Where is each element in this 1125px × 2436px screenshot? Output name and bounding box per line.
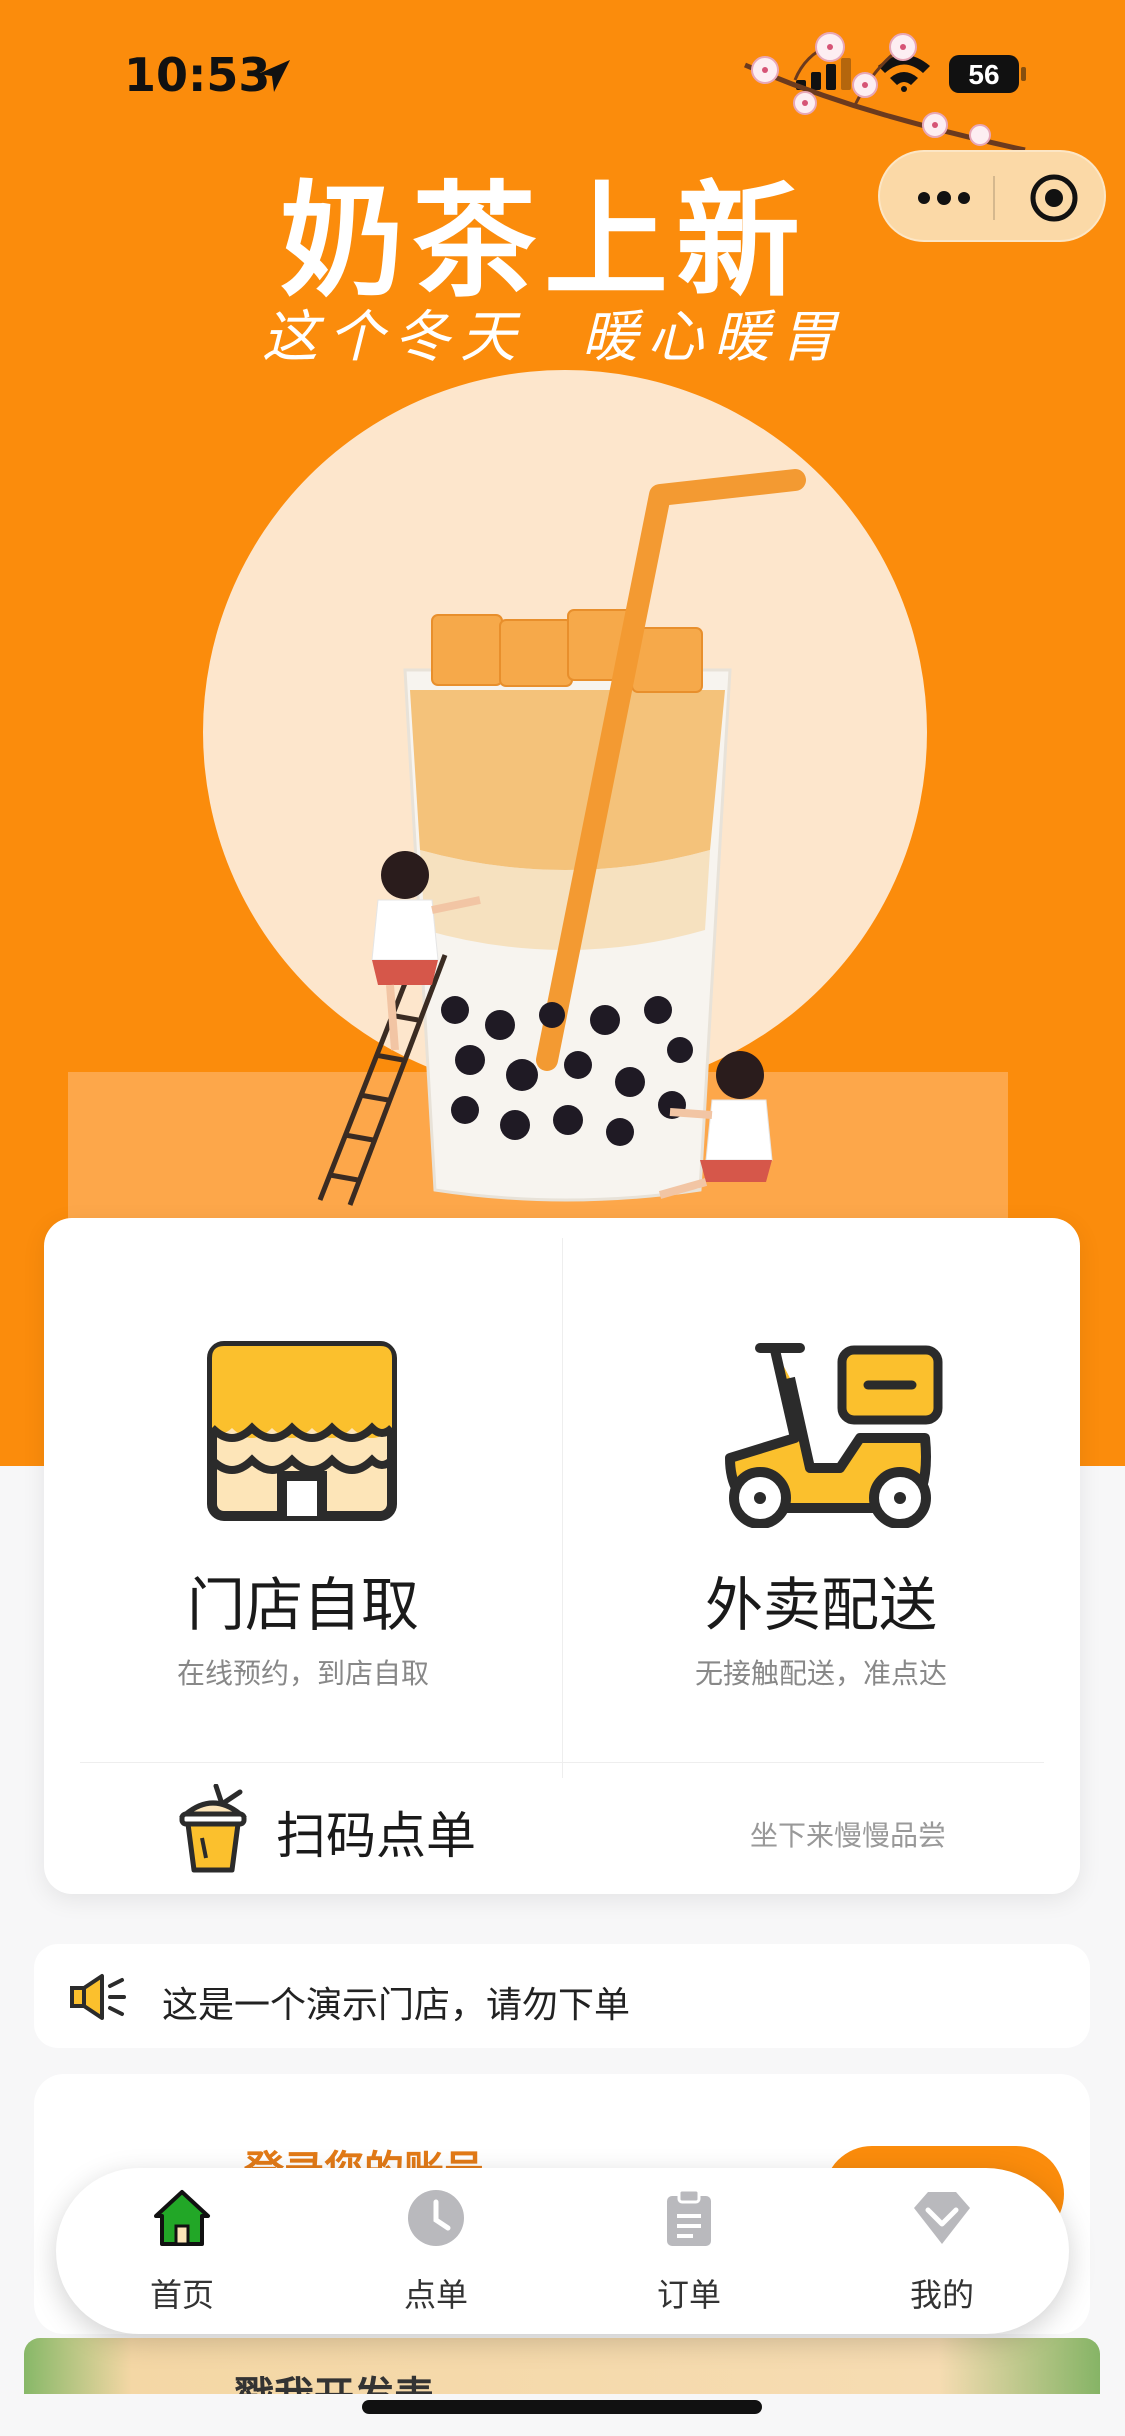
clipboard-icon (667, 2188, 711, 2246)
scan-order-title: 扫码点单 (276, 1807, 476, 1865)
close-target-icon[interactable] (1028, 172, 1080, 224)
tab-order[interactable]: 点单 (336, 2168, 536, 2334)
clock-icon (408, 2190, 464, 2246)
status-time: 10:53 (124, 48, 271, 102)
service-card: 门店自取 在线预约，到店自取 外卖配送 无接触配送，准点达 扫码点单 坐下来慢慢… (44, 1218, 1080, 1894)
delivery-title: 外卖配送 (704, 1571, 937, 1639)
capsule-divider (993, 176, 995, 220)
tab-orders-label: 订单 (656, 2276, 721, 2314)
more-icon[interactable] (916, 176, 972, 220)
scan-order-subtitle: 坐下来慢慢品尝 (750, 1819, 947, 1852)
milk-tea-illustration (68, 370, 1008, 1240)
tab-home-label: 首页 (149, 2276, 214, 2314)
store-pickup-option[interactable]: 门店自取 在线预约，到店自取 (44, 1218, 562, 1762)
promo-banner[interactable]: 戳我开发表 (24, 2338, 1100, 2394)
hero-subtitle: 这个冬天 暖心暖胃 (262, 305, 846, 370)
tab-home[interactable]: 首页 (82, 2168, 282, 2334)
tab-orders[interactable]: 订单 (589, 2168, 789, 2334)
tab-mine-label: 我的 (909, 2276, 974, 2314)
tab-order-label: 点单 (403, 2276, 468, 2314)
delivery-option[interactable]: 外卖配送 无接触配送，准点达 (562, 1218, 1080, 1762)
blossom-branch-icon (744, 32, 1026, 153)
store-pickup-desc: 在线预约，到店自取 (176, 1657, 429, 1690)
home-indicator[interactable] (362, 2400, 762, 2414)
notice-text: 这是一个演示门店，请勿下单 (162, 1985, 631, 2026)
scooter-icon (725, 1343, 943, 1528)
drink-cup-icon (178, 1784, 248, 1873)
diamond-icon (914, 2192, 970, 2244)
delivery-desc: 无接触配送，准点达 (694, 1657, 947, 1690)
storefront-icon (207, 1341, 397, 1521)
tab-mine[interactable]: 我的 (842, 2168, 1042, 2334)
location-arrow-icon (258, 60, 290, 92)
scan-order-row[interactable]: 扫码点单 坐下来慢慢品尝 (44, 1762, 1080, 1894)
store-pickup-title: 门店自取 (186, 1571, 419, 1639)
promo-banner-text: 戳我开发表 (234, 2364, 434, 2394)
speaker-icon (70, 1974, 126, 2020)
mini-program-capsule (878, 150, 1106, 242)
home-icon (154, 2190, 210, 2246)
notice-bar: 这是一个演示门店，请勿下单 (34, 1944, 1090, 2048)
tab-bar: 首页 点单 订单 我的 (56, 2168, 1069, 2334)
